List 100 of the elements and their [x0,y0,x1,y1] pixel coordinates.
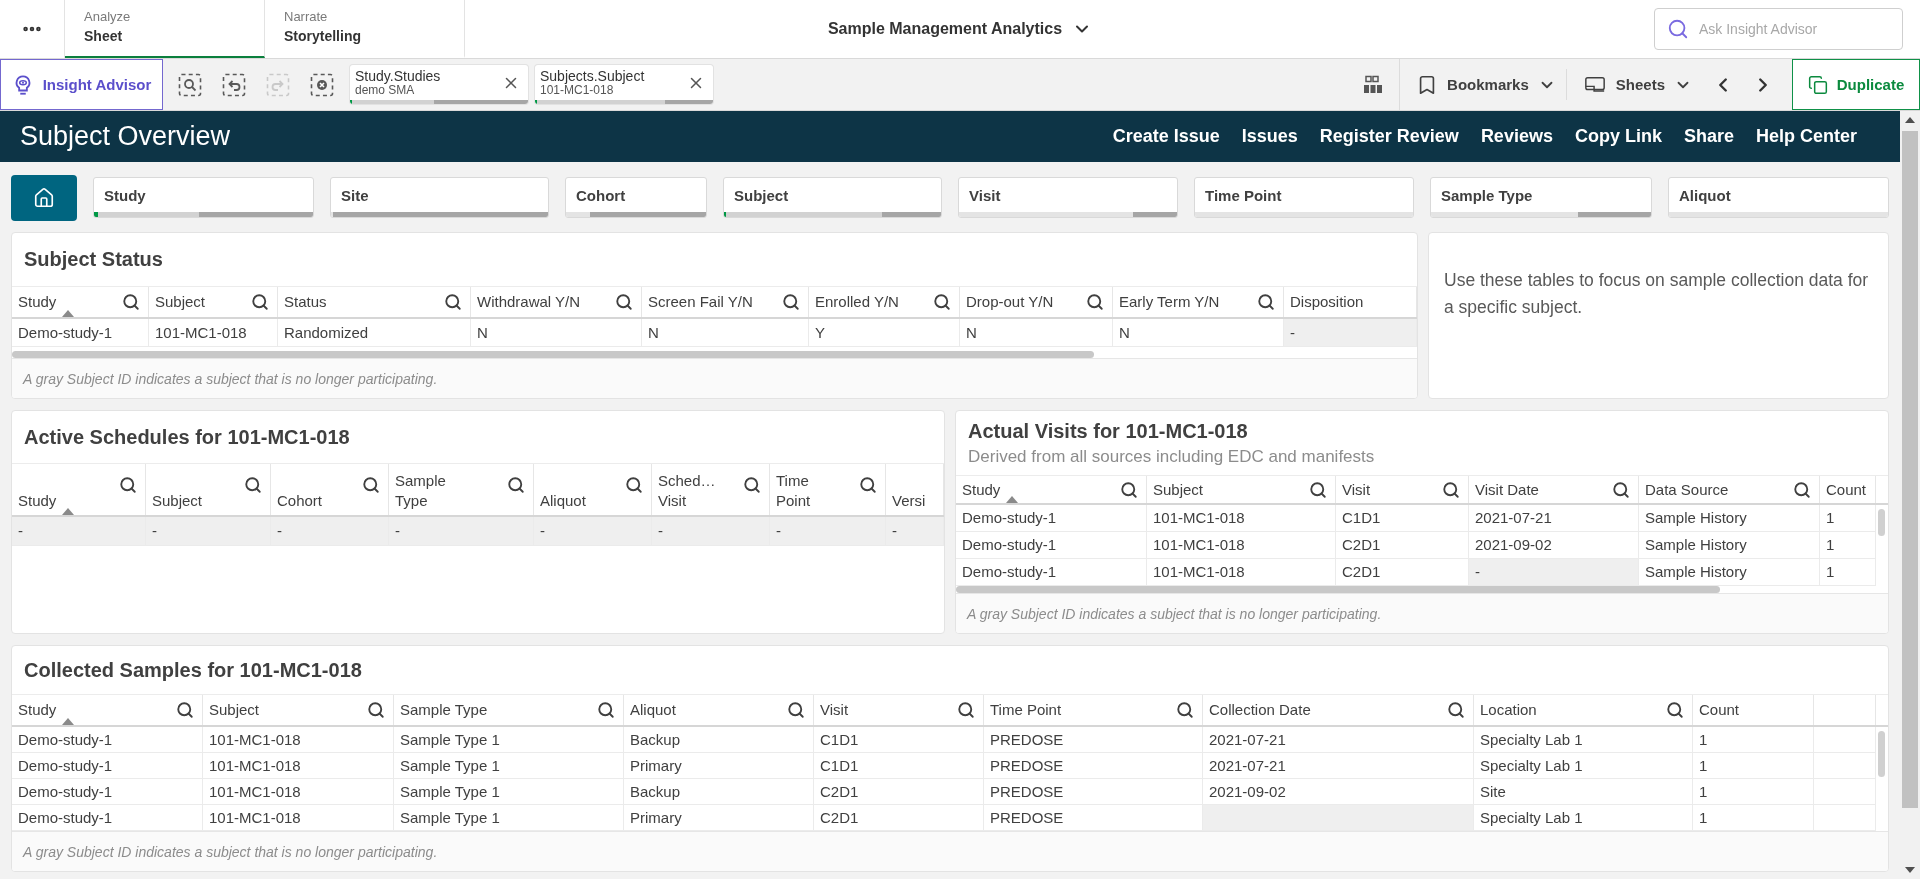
insight-advisor-button[interactable]: Insight Advisor [0,59,163,110]
search-icon[interactable] [1120,480,1138,499]
search-field[interactable]: Ask Insight Advisor [1654,8,1903,50]
search-icon[interactable] [122,293,140,311]
search-icon[interactable] [1309,480,1327,499]
home-icon[interactable] [33,186,55,209]
table-cell: - [652,517,770,546]
scroll-down-icon[interactable] [1905,867,1915,873]
filter-pane[interactable]: Site [330,177,549,218]
bookmarks-button[interactable]: Bookmarks [1400,73,1566,96]
table-cell: - [389,517,534,546]
table-cell: 1 [1820,559,1876,586]
search-icon[interactable] [362,476,380,494]
table-cell: Backup [624,779,814,805]
search-icon[interactable] [1176,701,1194,719]
table-cell: 2021-09-02 [1203,779,1474,805]
search-icon[interactable] [933,293,951,311]
scrollbar-thumb[interactable] [1878,509,1885,536]
search-icon[interactable] [615,293,633,311]
scroll-up-icon[interactable] [1905,117,1915,123]
header-link[interactable]: Share [1683,126,1734,147]
filter-pane[interactable]: Subject [723,177,942,218]
search-icon[interactable] [1086,293,1104,311]
copy-icon[interactable] [1807,74,1828,95]
scrollbar-thumb[interactable] [1878,731,1885,777]
search-icon[interactable] [625,476,643,494]
search-icon[interactable] [367,701,385,719]
table-cell: C2D1 [814,805,984,831]
search-icon[interactable] [1666,701,1684,719]
search-icon[interactable] [957,701,975,719]
table-cell: Specialty Lab 1 [1474,727,1693,753]
panel-title: Actual Visits for 101-MC1-018 [968,419,1249,443]
search-icon[interactable] [1442,480,1460,499]
selection-chip[interactable]: Subjects.Subject 101-MC1-018 [535,65,713,104]
table-cell: Demo-study-1 [12,319,149,347]
grid-icon[interactable] [1362,73,1385,96]
panel-subtitle: Derived from all sources including EDC and manifests [968,446,1376,467]
table-cell: Sample Type 1 [394,727,624,753]
table-cell: 1 [1693,779,1814,805]
sort-arrow-icon [62,718,74,725]
table-cell: 1 [1693,727,1814,753]
header-link[interactable]: Reviews [1480,126,1553,147]
search-icon[interactable] [176,701,194,719]
table-cell: - [146,517,271,546]
table-cell: Specialty Lab 1 [1474,805,1693,831]
filter-pane[interactable]: Cohort [565,177,707,218]
header-link[interactable]: Issues [1241,126,1298,147]
search-icon[interactable] [507,476,525,494]
search-icon[interactable] [787,701,805,719]
table-cell: PREDOSE [984,753,1203,779]
search-icon[interactable] [1447,701,1465,719]
search-icon[interactable] [597,701,615,719]
app-title-button[interactable]: Sample Management Analytics [823,0,1097,58]
table-cell: - [534,517,652,546]
filter-pane[interactable]: Visit [958,177,1178,218]
search-icon[interactable] [119,476,137,494]
search-icon[interactable] [251,293,269,311]
filter-pane[interactable]: Study [93,177,314,218]
header-link[interactable]: Help Center [1755,126,1857,147]
duplicate-button[interactable]: Duplicate [1792,59,1920,110]
sheets-button[interactable]: Sheets [1566,73,1702,96]
filter-pane[interactable]: Aliquot [1668,177,1889,218]
search-icon[interactable] [859,476,877,494]
search-icon[interactable] [1612,480,1630,499]
search-icon[interactable] [782,293,800,311]
scrollbar-thumb[interactable] [12,351,1094,358]
search-icon[interactable] [1257,293,1275,311]
search-icon[interactable] [444,293,462,311]
search-input[interactable]: Ask Insight Advisor [1699,18,1890,40]
table-cell: C2D1 [814,779,984,805]
search-icon[interactable] [743,476,761,494]
mode-tab[interactable]: Analyze Sheet [65,0,265,58]
sort-arrow-icon [1006,496,1018,503]
table-cell: 2021-07-21 [1203,727,1474,753]
table-cell: - [1469,559,1639,586]
table-cell: Sample History [1639,532,1820,559]
sort-arrow-icon [62,310,74,317]
table-cell: Sample Type 1 [394,753,624,779]
search-icon[interactable] [244,476,262,494]
table-cell: C2D1 [1336,532,1469,559]
search-box-icon[interactable] [178,72,202,97]
scrollbar-thumb[interactable] [1902,131,1918,808]
header-link[interactable]: Copy Link [1574,126,1662,147]
header-link[interactable]: Create Issue [1112,126,1220,147]
table-cell: C1D1 [814,753,984,779]
selection-chip[interactable]: Study.Studies demo SMA [350,65,528,104]
filter-pane[interactable]: Time Point [1194,177,1414,218]
table-cell: C2D1 [1336,559,1469,586]
table-footnote: A gray Subject ID indicates a subject that is no longer participating. [12,358,1417,398]
search-icon[interactable] [1793,480,1811,499]
header-link[interactable]: Register Review [1319,126,1459,147]
table-cell: N [960,319,1113,347]
table-cell: Demo-study-1 [956,559,1147,586]
table-cell: Backup [624,727,814,753]
table-footnote: A gray Subject ID indicates a subject that is no longer participating. [12,831,1888,871]
scrollbar-thumb[interactable] [956,586,1721,593]
filter-pane[interactable]: Sample Type [1430,177,1652,218]
home-button[interactable] [11,174,77,221]
table-cell: Sample History [1639,559,1820,586]
table-cell: 1 [1820,505,1876,532]
